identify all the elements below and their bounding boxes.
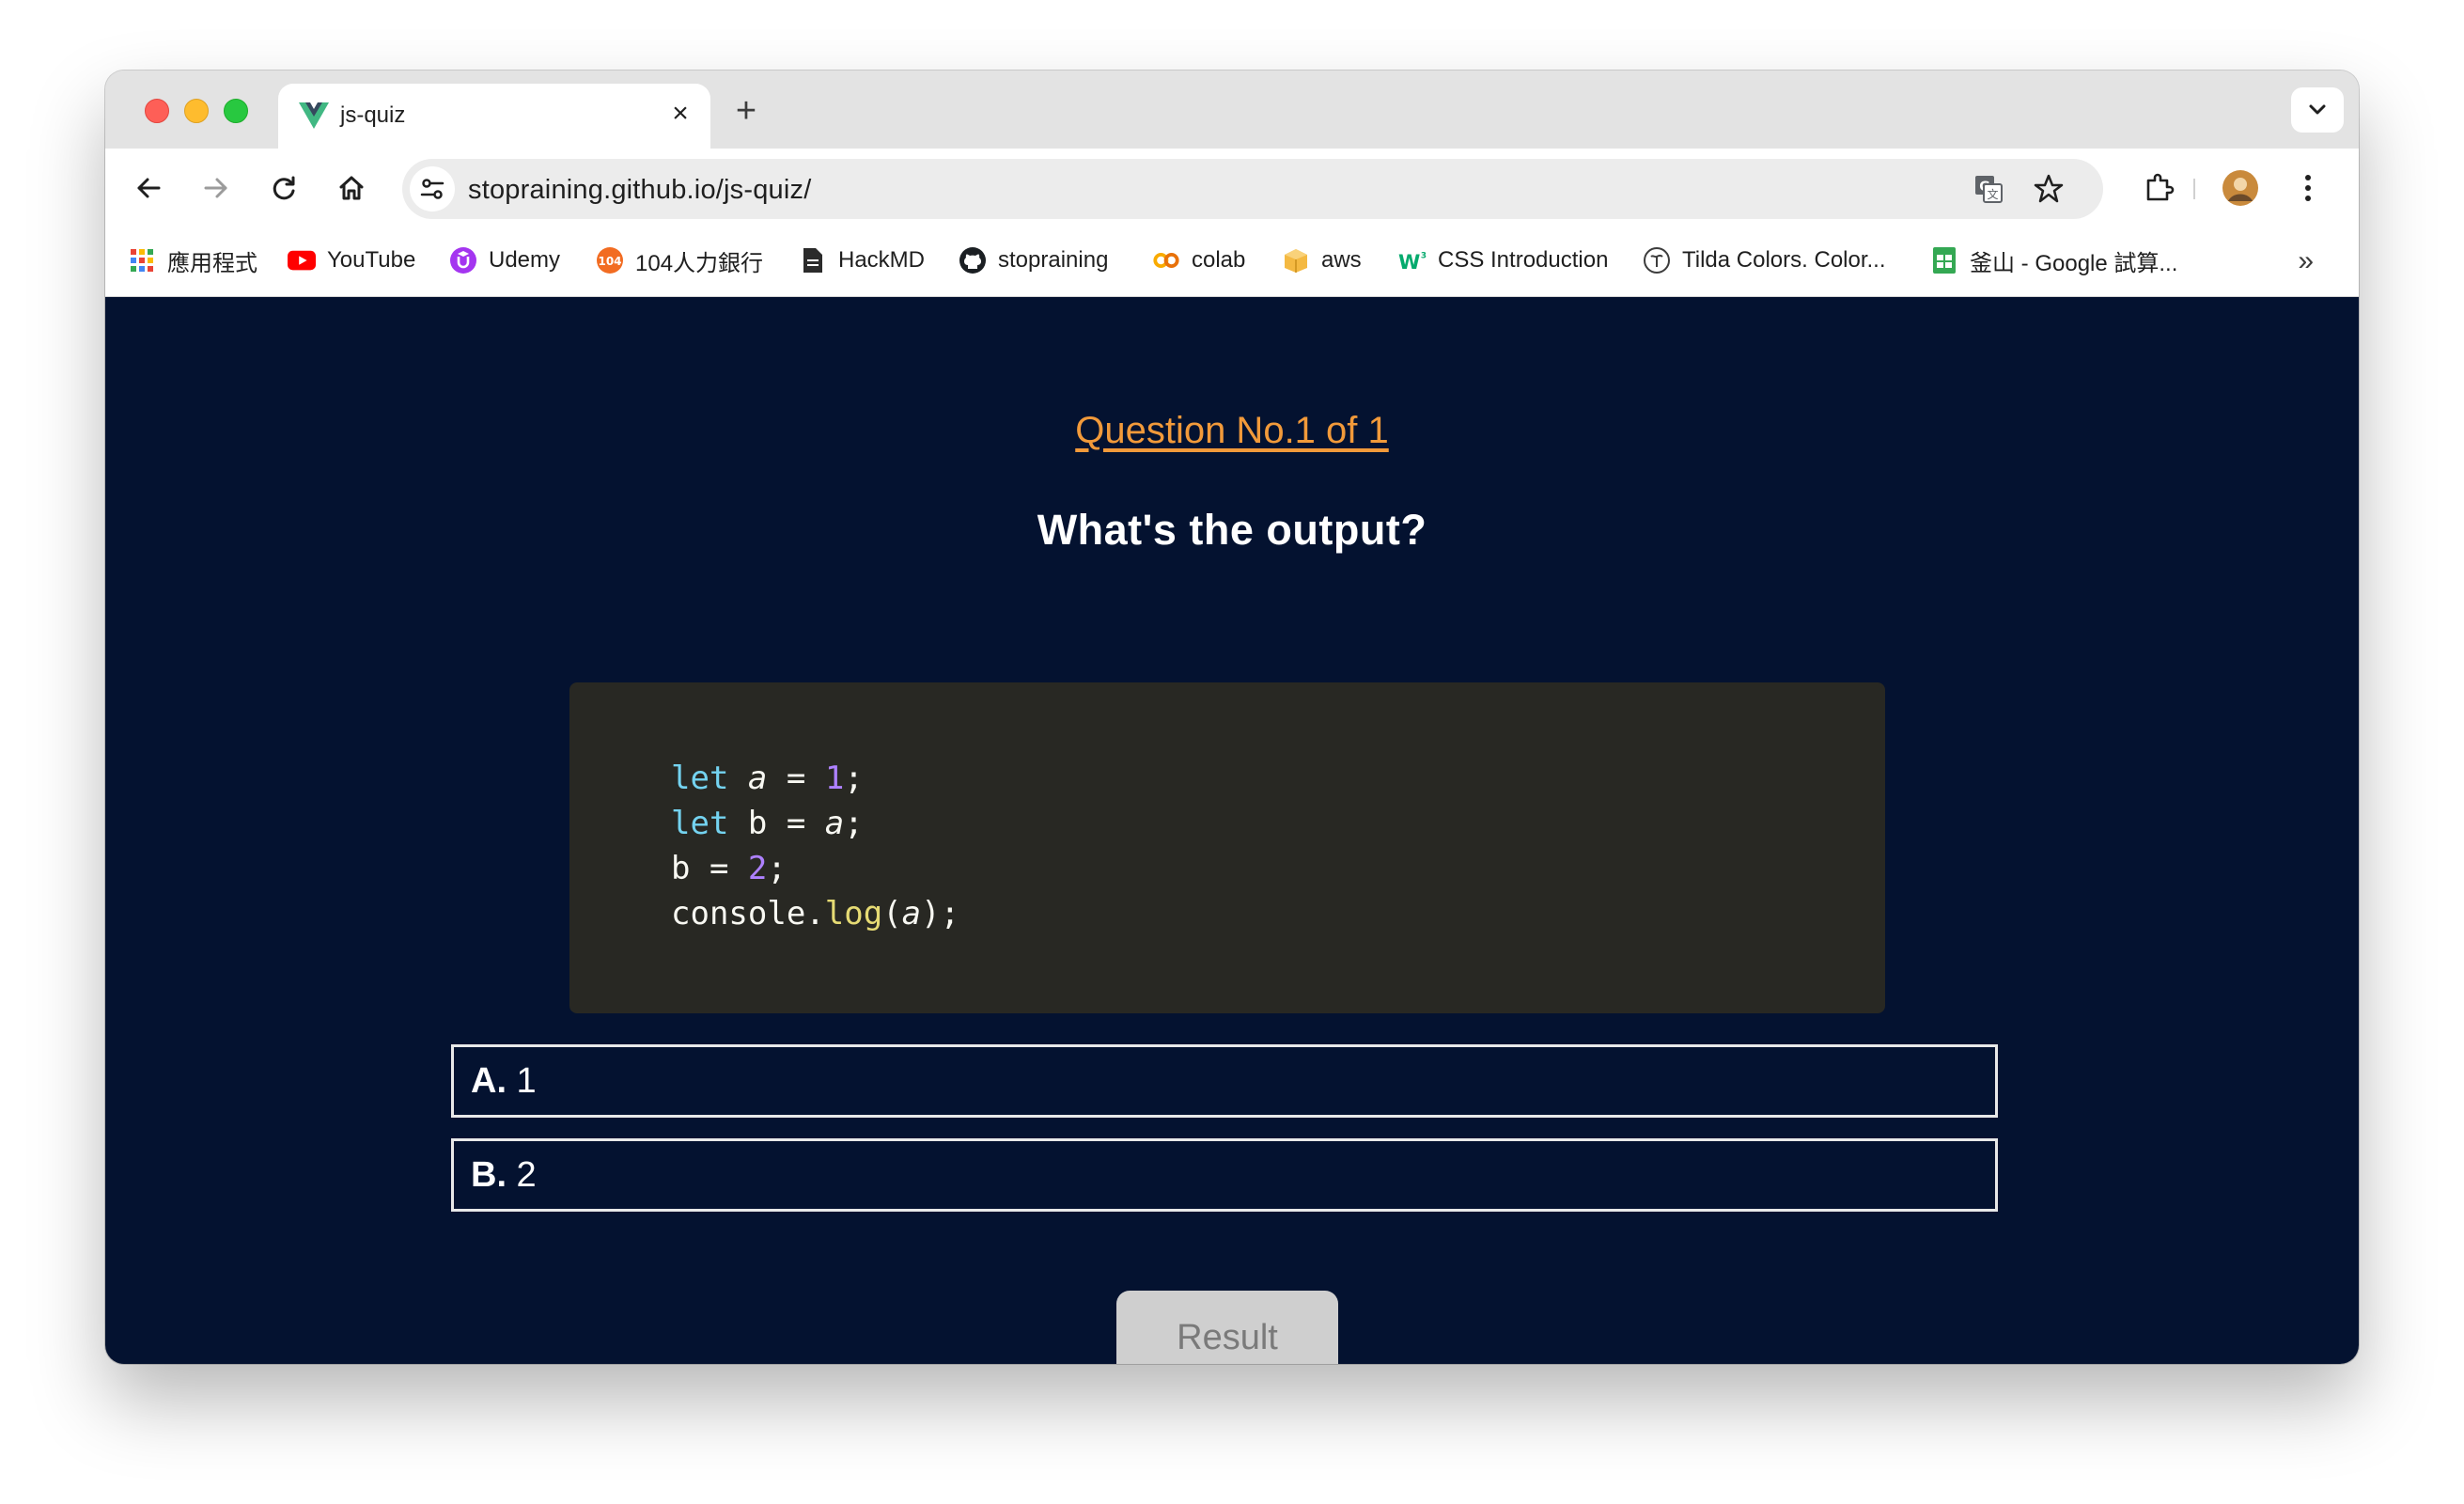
- browser-toolbar: stopraining.github.io/js-quiz/ G 文: [105, 149, 2359, 227]
- udemy-icon: [449, 246, 477, 274]
- question-title: What's the output?: [1037, 506, 1427, 554]
- code-line-4: console.log(a);: [671, 895, 960, 932]
- box-icon: [1282, 246, 1310, 274]
- bookmark-label: colab: [1192, 247, 1246, 273]
- reload-button[interactable]: [263, 167, 304, 209]
- menu-button[interactable]: [2287, 167, 2329, 209]
- option-a[interactable]: A. 1: [451, 1044, 1998, 1118]
- bookmark-stopraining[interactable]: stopraining: [959, 243, 1108, 277]
- bookmark-label: YouTube: [327, 247, 416, 273]
- close-window-button[interactable]: [145, 99, 169, 123]
- bookmark-label: HackMD: [838, 247, 926, 273]
- reload-icon: [273, 176, 295, 200]
- bookmark-label: aws: [1321, 247, 1362, 273]
- bookmark-hackmd[interactable]: HackMD: [799, 243, 925, 277]
- browser-window: js-quiz × + stopraining.github.io/js-qui…: [105, 70, 2359, 1364]
- kebab-menu-icon: [2305, 175, 2311, 201]
- tab-title: js-quiz: [340, 102, 406, 128]
- youtube-icon: [288, 246, 316, 274]
- address-bar[interactable]: stopraining.github.io/js-quiz/ G 文: [402, 159, 2103, 219]
- apps-grid-icon: [128, 246, 156, 274]
- tilda-icon: [1643, 246, 1671, 274]
- chevron-down-icon: [2309, 104, 2326, 115]
- forward-button[interactable]: [195, 167, 237, 209]
- option-letter: B.: [471, 1155, 507, 1195]
- bookmark-label: 釜山 - Google 試算...: [1970, 250, 2178, 276]
- code-block: let a = 1; let b = a; b = 2; console.log…: [569, 682, 1885, 1013]
- option-text: 2: [507, 1155, 537, 1195]
- option-letter: A.: [471, 1061, 507, 1101]
- bookmark-104[interactable]: 104 104人力銀行: [596, 243, 763, 277]
- code-text: let a = 1; let b = a; b = 2; console.log…: [671, 756, 959, 936]
- quiz-page: Question No.1 of 1 What's the output? le…: [105, 297, 2359, 1364]
- bookmark-apps[interactable]: 應用程式: [128, 243, 257, 277]
- home-button[interactable]: [331, 167, 372, 209]
- bookmarks-overflow-button[interactable]: »: [2298, 245, 2314, 277]
- sheets-icon: [1930, 246, 1958, 274]
- star-icon: [2034, 174, 2064, 203]
- svg-text:104: 104: [598, 255, 621, 268]
- minimize-window-button[interactable]: [184, 99, 209, 123]
- bookmark-aws[interactable]: aws: [1282, 243, 1362, 277]
- extensions-button[interactable]: [2139, 167, 2180, 209]
- home-icon: [339, 176, 364, 200]
- code-line-1: let a = 1;: [671, 760, 864, 797]
- 104-icon: 104: [596, 246, 624, 274]
- option-text: 1: [507, 1061, 537, 1101]
- bookmark-tilda-colors[interactable]: Tilda Colors. Color...: [1643, 243, 1886, 277]
- tab-js-quiz[interactable]: js-quiz ×: [278, 84, 710, 149]
- site-info-button[interactable]: [410, 166, 455, 212]
- profile-avatar[interactable]: [2220, 167, 2261, 209]
- w3schools-icon: W3: [1398, 246, 1427, 274]
- bookmark-label: Tilda Colors. Color...: [1682, 247, 1886, 273]
- maximize-window-button[interactable]: [224, 99, 248, 123]
- vue-logo-icon: [299, 102, 329, 129]
- tab-close-icon[interactable]: ×: [663, 97, 697, 131]
- arrow-left-icon: [137, 178, 161, 198]
- arrow-right-icon: [204, 178, 227, 198]
- document-icon: [799, 246, 827, 274]
- bookmark-label: Udemy: [489, 247, 561, 273]
- bookmark-udemy[interactable]: Udemy: [449, 243, 560, 277]
- option-b[interactable]: B. 2: [451, 1138, 1998, 1212]
- bookmark-css-introduction[interactable]: W3 CSS Introduction: [1398, 243, 1608, 277]
- back-button[interactable]: [128, 167, 169, 209]
- bookmark-label: 應用程式: [167, 250, 257, 276]
- bookmarks-bar: 應用程式 YouTube Udemy 104 104人力銀行 HackMD st…: [105, 227, 2359, 297]
- colab-icon: [1152, 246, 1180, 274]
- code-line-2: let b = a;: [671, 805, 864, 842]
- puzzle-icon: [2146, 173, 2175, 201]
- bookmark-label: stopraining: [998, 247, 1109, 273]
- new-tab-button[interactable]: +: [725, 91, 767, 133]
- bookmark-star-button[interactable]: [2028, 168, 2069, 210]
- bookmark-colab[interactable]: colab: [1152, 243, 1245, 277]
- url-text[interactable]: stopraining.github.io/js-quiz/: [468, 175, 811, 206]
- tab-strip: js-quiz × +: [105, 70, 2359, 149]
- svg-text:3: 3: [1421, 251, 1427, 260]
- translate-icon: G 文: [1975, 176, 2003, 203]
- bookmark-busan-sheet[interactable]: 釜山 - Google 試算...: [1930, 243, 2177, 277]
- bookmark-label: 104人力銀行: [635, 250, 764, 276]
- bookmark-youtube[interactable]: YouTube: [288, 243, 415, 277]
- avatar-icon: [2222, 170, 2258, 206]
- svg-text:文: 文: [1987, 187, 1998, 201]
- github-icon: [959, 246, 987, 274]
- result-button[interactable]: Result: [1116, 1291, 1338, 1364]
- bookmark-label: CSS Introduction: [1438, 247, 1609, 273]
- code-line-3: b = 2;: [671, 850, 787, 887]
- translate-button[interactable]: G 文: [1968, 168, 2009, 210]
- tune-icon: [420, 179, 444, 199]
- question-counter[interactable]: Question No.1 of 1: [105, 410, 2359, 452]
- svg-text:W: W: [1398, 250, 1420, 274]
- tab-search-button[interactable]: [2291, 87, 2344, 133]
- toolbar-divider: [2193, 179, 2195, 199]
